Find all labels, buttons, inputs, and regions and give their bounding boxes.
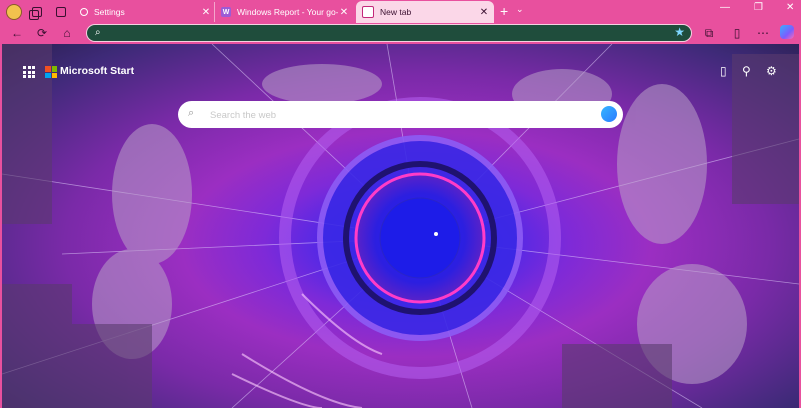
split-screen-button[interactable]: ▯ (730, 26, 744, 40)
tab-dropdown-button[interactable]: ⌄ (516, 4, 524, 15)
profile-button[interactable] (5, 3, 23, 21)
tab-actions-button[interactable] (52, 3, 70, 21)
new-tab-button[interactable]: + (500, 3, 508, 19)
tab-settings[interactable]: Settings ✕ (74, 2, 216, 22)
brand-title[interactable]: Microsoft Start (60, 65, 134, 77)
settings-gear-icon[interactable]: ⚙ (766, 64, 777, 78)
address-bar[interactable]: ⌕ ★ (86, 24, 692, 42)
tab-title: Settings (94, 7, 125, 17)
home-button[interactable]: ⌂ (60, 26, 74, 40)
restore-button[interactable]: ❐ (754, 2, 763, 13)
web-search-input[interactable] (208, 107, 592, 124)
copilot-icon[interactable] (780, 25, 794, 39)
workspaces-icon (29, 7, 42, 20)
refresh-button[interactable]: ⟳ (35, 26, 49, 40)
extensions-button[interactable]: ⧉ (702, 26, 716, 40)
tab-close-button[interactable]: ✕ (338, 7, 350, 18)
new-tab-favicon-icon (362, 6, 374, 18)
settings-gear-icon (80, 8, 88, 16)
more-button[interactable]: ⋯ (756, 26, 770, 40)
web-search-box[interactable]: ⌕ (178, 101, 623, 128)
tab-new-tab[interactable]: New tab ✕ (356, 1, 494, 23)
apps-launcher-icon[interactable] (23, 66, 35, 78)
back-button[interactable]: ← (10, 26, 24, 40)
workspaces-button[interactable] (28, 3, 46, 21)
tab-strip: Settings ✕ W Windows Report - Your go-to… (0, 0, 801, 23)
background-wallpaper (2, 44, 799, 408)
new-tab-page: Microsoft Start ▯ ⚲ ⚙ ⌕ (2, 44, 799, 408)
close-window-button[interactable]: ✕ (786, 2, 794, 13)
minimize-button[interactable]: — (720, 2, 730, 13)
tab-actions-icon (56, 7, 66, 17)
tab-title: New tab (380, 7, 412, 17)
search-icon: ⌕ (188, 107, 195, 119)
search-icon: ⌕ (95, 27, 101, 38)
mobile-icon[interactable]: ▯ (720, 64, 727, 78)
favorite-star-icon[interactable]: ★ (674, 25, 685, 39)
tab-close-button[interactable]: ✕ (200, 7, 212, 18)
microsoft-logo-icon (45, 66, 57, 78)
address-input[interactable] (109, 26, 673, 41)
tab-windows-report[interactable]: W Windows Report - Your go-to so ✕ (214, 2, 354, 22)
tab-close-button[interactable]: ✕ (478, 7, 490, 18)
windows-report-favicon-icon: W (221, 7, 231, 17)
rewards-icon[interactable]: ⚲ (742, 64, 751, 78)
tab-title: Windows Report - Your go-to so (237, 7, 338, 17)
bing-visual-search-icon[interactable] (601, 106, 617, 122)
profile-avatar-icon (6, 4, 22, 20)
toolbar: ← ⟳ ⌂ ⌕ ★ ⧉ ▯ ⋯ (0, 23, 801, 44)
